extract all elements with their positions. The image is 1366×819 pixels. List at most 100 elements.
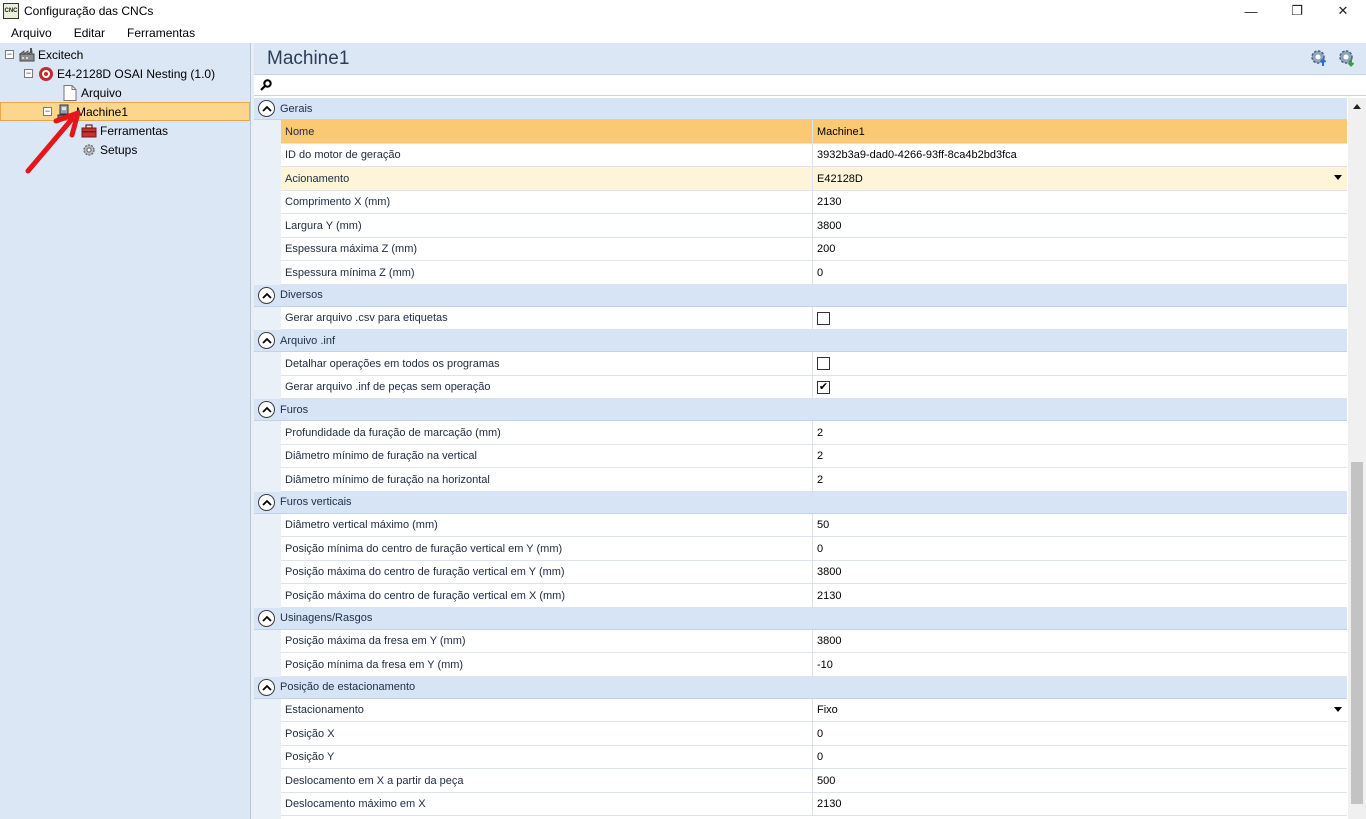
property-row[interactable]: Estacionamento Fixo — [281, 699, 1347, 722]
minimize-button[interactable]: — — [1228, 0, 1274, 22]
property-row[interactable]: Espessura mínima Z (mm) 0 — [281, 261, 1347, 285]
property-value-cell[interactable]: 2 — [813, 468, 1347, 491]
chevron-up-icon[interactable] — [258, 609, 275, 627]
property-value[interactable]: 2 — [817, 474, 823, 486]
property-value-cell[interactable]: 2 — [813, 445, 1347, 467]
property-value-cell[interactable]: 3932b3a9-dad0-4266-93ff-8ca4b2bd3fca — [813, 144, 1347, 166]
vertical-scrollbar[interactable] — [1348, 98, 1366, 819]
property-row[interactable]: Comprimento X (mm) 2130 — [281, 191, 1347, 214]
property-value[interactable]: 0 — [817, 267, 823, 279]
property-value-cell[interactable]: 3800 — [813, 214, 1347, 237]
property-value-cell[interactable]: 3800 — [813, 561, 1347, 583]
property-row[interactable]: Espessura máxima Z (mm) 200 — [281, 238, 1347, 261]
property-row[interactable]: Gerar arquivo .inf de peças sem operação… — [281, 376, 1347, 399]
property-value[interactable]: 2130 — [817, 590, 841, 602]
property-value[interactable]: E42128D — [817, 173, 863, 185]
property-row[interactable]: Acionamento E42128D — [281, 167, 1347, 191]
scroll-thumb[interactable] — [1351, 462, 1363, 804]
property-value-cell[interactable]: ✔ — [813, 376, 1347, 398]
property-value-cell[interactable]: 0 — [813, 261, 1347, 284]
collapse-toggle-icon[interactable]: − — [24, 69, 33, 78]
property-value-cell[interactable] — [813, 307, 1347, 329]
property-row[interactable]: ID do motor de geração 3932b3a9-dad0-4266… — [281, 144, 1347, 167]
property-row[interactable]: Deslocamento em X a partir da peça 500 — [281, 769, 1347, 793]
property-row[interactable]: Posição máxima do centro de furação vert… — [281, 584, 1347, 608]
section-header[interactable]: Diversos — [254, 284, 1347, 307]
section-header[interactable]: Furos verticais — [254, 491, 1347, 514]
chevron-up-icon[interactable] — [258, 286, 275, 304]
property-row[interactable]: Posição mínima do centro de furação vert… — [281, 537, 1347, 561]
chevron-up-icon[interactable] — [258, 332, 275, 349]
property-row[interactable]: Detalhar operações em todos os programas — [281, 352, 1347, 376]
property-value[interactable]: Machine1 — [817, 126, 865, 138]
checkbox[interactable]: ✔ — [817, 380, 830, 394]
chevron-up-icon[interactable] — [258, 678, 275, 696]
chevron-up-icon[interactable] — [258, 100, 275, 117]
property-row[interactable]: Diâmetro vertical máximo (mm) 50 — [281, 514, 1347, 537]
property-row[interactable]: Profundidade da furação de marcação (mm)… — [281, 421, 1347, 445]
chevron-up-icon[interactable] — [258, 493, 275, 511]
property-row[interactable]: Nome Machine1 — [281, 120, 1347, 144]
section-header[interactable]: Posição de estacionamento — [254, 676, 1347, 699]
property-value-cell[interactable]: Fixo — [813, 699, 1347, 721]
property-value[interactable]: 2130 — [817, 196, 841, 208]
property-value-cell[interactable]: Machine1 — [813, 120, 1347, 143]
property-row[interactable]: Posição máxima da fresa em Y (mm) 3800 — [281, 630, 1347, 653]
collapse-toggle-icon[interactable]: − — [5, 50, 14, 59]
chevron-up-icon[interactable] — [258, 401, 275, 418]
property-value[interactable]: 0 — [817, 543, 823, 555]
property-value-cell[interactable] — [813, 352, 1347, 375]
property-value[interactable]: 3800 — [817, 635, 841, 647]
menu-editar[interactable]: Editar — [63, 26, 116, 40]
property-value-cell[interactable]: E42128D — [813, 167, 1347, 190]
property-row[interactable]: Diâmetro mínimo de furação na vertical 2 — [281, 445, 1347, 468]
property-value-cell[interactable]: 2130 — [813, 793, 1347, 815]
maximize-button[interactable]: ❐ — [1274, 0, 1320, 22]
property-row[interactable]: Gerar arquivo .csv para etiquetas — [281, 307, 1347, 330]
property-value[interactable]: 2 — [817, 450, 823, 462]
menu-ferramentas[interactable]: Ferramentas — [116, 26, 206, 40]
section-header[interactable]: Gerais — [254, 98, 1347, 120]
property-value-cell[interactable]: -10 — [813, 653, 1347, 676]
section-header[interactable]: Usinagens/Rasgos — [254, 607, 1347, 630]
property-value[interactable]: Fixo — [817, 704, 838, 716]
dropdown-arrow-icon[interactable] — [1334, 707, 1342, 712]
property-value[interactable]: 3800 — [817, 220, 841, 232]
property-value-cell[interactable]: 2 — [813, 421, 1347, 444]
property-row[interactable]: Posição máxima do centro de furação vert… — [281, 561, 1347, 584]
property-value[interactable]: 2130 — [817, 798, 841, 810]
checkbox[interactable] — [817, 311, 830, 325]
property-value-cell[interactable]: 50 — [813, 514, 1347, 536]
section-header[interactable]: Furos — [254, 399, 1347, 421]
property-row[interactable]: Posição mínima da fresa em Y (mm) -10 — [281, 653, 1347, 677]
settings-upload-icon[interactable] — [1310, 49, 1328, 67]
tree-item-ferramentas[interactable]: Ferramentas — [81, 121, 168, 140]
property-value-cell[interactable]: 0 — [813, 722, 1347, 745]
dropdown-arrow-icon[interactable] — [1334, 175, 1342, 180]
property-row[interactable]: Largura Y (mm) 3800 — [281, 214, 1347, 238]
property-value[interactable]: 500 — [817, 775, 835, 787]
property-value[interactable]: 200 — [817, 243, 835, 255]
tree-item-excitech[interactable]: − Excitech — [5, 45, 83, 64]
checkbox[interactable] — [817, 357, 830, 370]
property-row[interactable]: Diâmetro mínimo de furação na horizontal… — [281, 468, 1347, 492]
property-value[interactable]: -10 — [817, 659, 833, 671]
property-value[interactable]: 2 — [817, 427, 823, 439]
menu-arquivo[interactable]: Arquivo — [0, 26, 63, 40]
close-button[interactable]: ✕ — [1320, 0, 1366, 22]
tree-item-arquivo[interactable]: Arquivo — [62, 83, 122, 102]
property-value[interactable]: 0 — [817, 751, 823, 763]
property-value[interactable]: 3932b3a9-dad0-4266-93ff-8ca4b2bd3fca — [817, 149, 1017, 161]
property-row[interactable]: Posição X 0 — [281, 722, 1347, 746]
property-row[interactable]: Deslocamento máximo em X 2130 — [281, 793, 1347, 816]
property-value-cell[interactable]: 200 — [813, 238, 1347, 260]
property-value-cell[interactable]: 0 — [813, 746, 1347, 768]
property-value[interactable]: 50 — [817, 519, 829, 531]
property-value-cell[interactable]: 0 — [813, 537, 1347, 560]
section-header[interactable]: Arquivo .inf — [254, 330, 1347, 352]
property-value-cell[interactable]: 2130 — [813, 584, 1347, 607]
settings-download-icon[interactable] — [1338, 49, 1356, 67]
property-value[interactable]: 0 — [817, 728, 823, 740]
property-value-cell[interactable]: 2130 — [813, 191, 1347, 213]
property-value-cell[interactable]: 500 — [813, 769, 1347, 792]
